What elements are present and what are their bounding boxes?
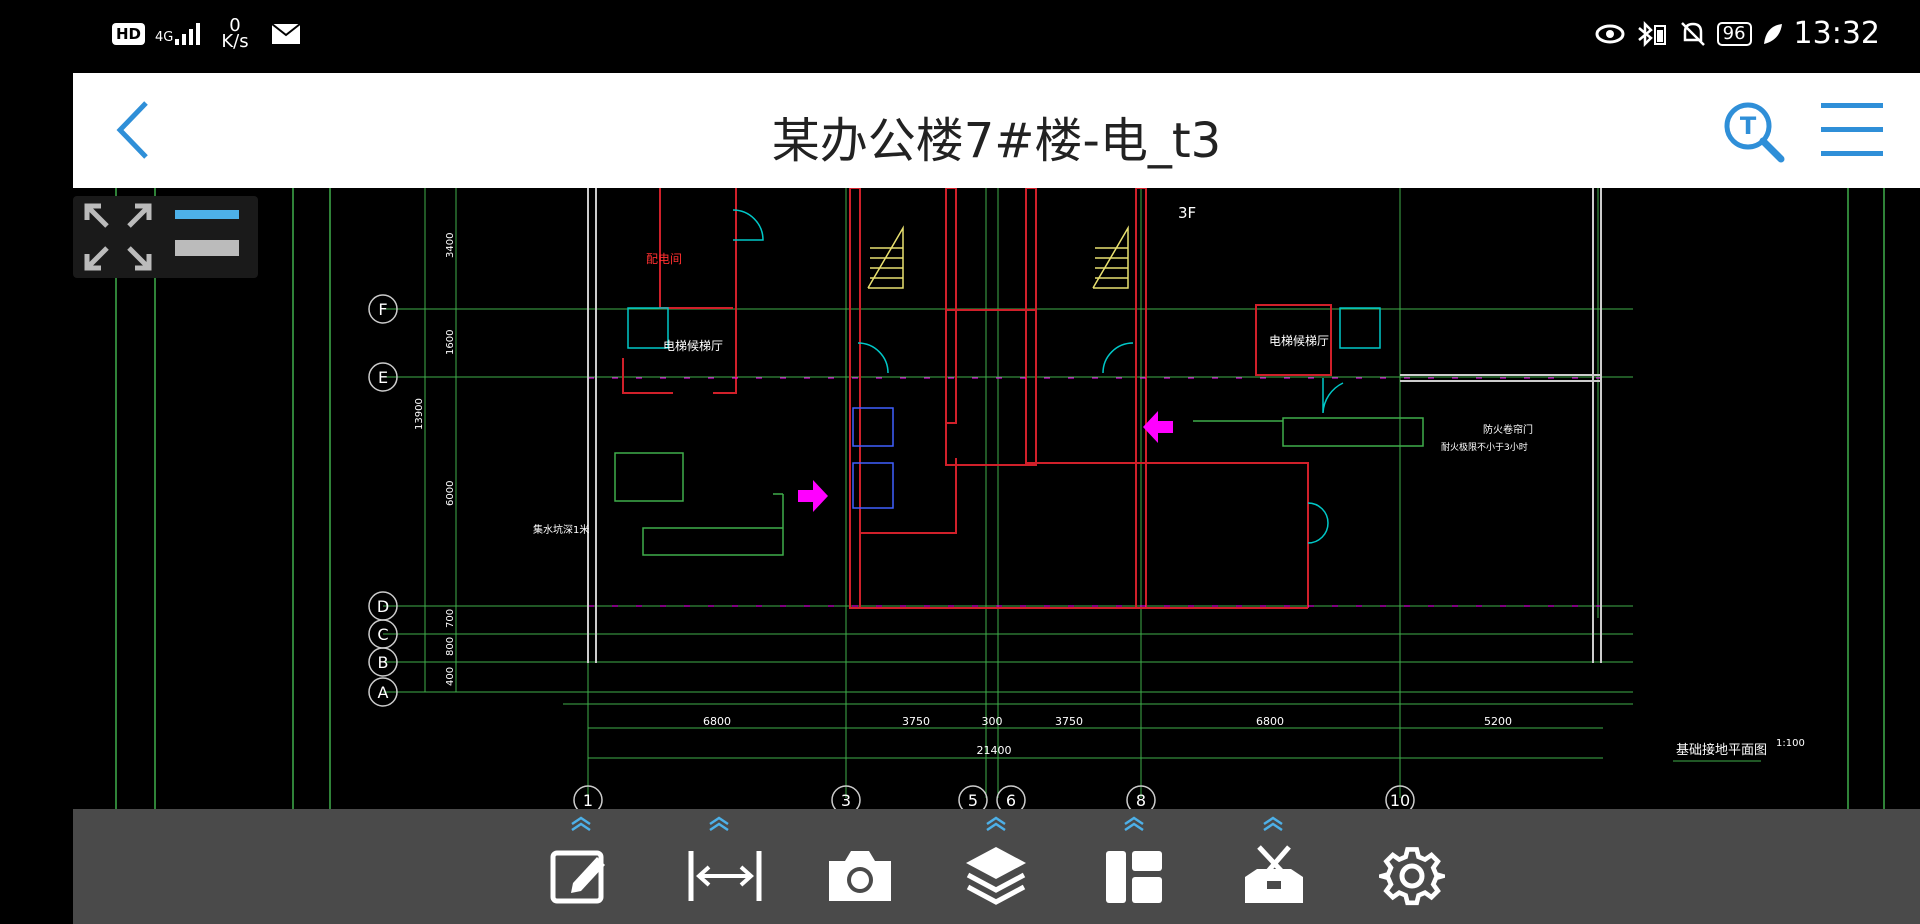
expand-chevron-icon[interactable] <box>1261 815 1285 831</box>
mail-icon <box>271 23 301 44</box>
settings-icon <box>1379 847 1445 906</box>
edit-tool[interactable] <box>541 809 621 924</box>
fullscreen-icon[interactable] <box>83 202 153 272</box>
col-dim-3: 300 <box>982 715 1003 728</box>
total-col-dim: 21400 <box>977 744 1012 757</box>
row-dim-4: 700 <box>445 609 456 628</box>
status-bar: HD 4G 0 K/s 96 13:32 <box>0 0 1920 72</box>
expand-chevron-icon[interactable] <box>1122 815 1146 831</box>
mute-icon <box>1680 21 1705 46</box>
layers-tool[interactable] <box>956 809 1036 924</box>
toolbox-tool[interactable] <box>1233 809 1313 924</box>
signal-icon: 4G <box>155 23 201 45</box>
hd-badge: HD <box>112 23 146 45</box>
row-dim-1: 3400 <box>445 233 456 258</box>
network-speed: 0 K/s <box>221 15 249 52</box>
label-sump: 集水坑深1米 <box>533 523 589 536</box>
svg-text:T: T <box>1740 112 1757 140</box>
total-row-dim: 13900 <box>414 398 425 430</box>
row-dim-2: 1600 <box>445 330 456 355</box>
expand-chevron-icon[interactable] <box>569 815 593 831</box>
edit-icon <box>550 850 605 904</box>
text-search-button[interactable]: T <box>1723 101 1787 163</box>
leaf-icon <box>1763 23 1782 44</box>
battery-level: 96 <box>1716 21 1752 46</box>
col-dim-1: 6800 <box>703 715 731 728</box>
axis-col-1: 1 <box>583 791 593 809</box>
app-header: 某办公楼7#楼-电_t3 T <box>73 73 1920 188</box>
bluetooth-icon <box>1637 20 1666 47</box>
col-dim-2: 3750 <box>902 715 930 728</box>
col-dim-5: 6800 <box>1256 715 1284 728</box>
label-fire-rating: 耐火极限不小于3小时 <box>1441 441 1528 453</box>
toolbox-icon <box>1245 845 1303 903</box>
drawing-canvas[interactable]: F E D C B A 1 3 5 6 8 10 6800 3750 300 3… <box>73 188 1920 809</box>
floor-label: 3F <box>1178 204 1196 222</box>
axis-col-5: 5 <box>968 791 978 809</box>
measure-icon <box>688 851 762 901</box>
layers-icon <box>966 847 1026 905</box>
axis-row-A: A <box>378 683 389 702</box>
label-fire-door: 防火卷帘门 <box>1483 423 1533 436</box>
plan-title: 基础接地平面图 <box>1676 742 1767 758</box>
axis-row-C: C <box>377 625 388 644</box>
room-label-lobby-2: 电梯候梯厅 <box>1269 334 1329 348</box>
signal-bars-icon <box>175 23 201 45</box>
col-dim-4: 3750 <box>1055 715 1083 728</box>
measure-tool[interactable] <box>679 809 762 924</box>
axis-row-E: E <box>378 368 388 387</box>
axis-row-B: B <box>378 653 389 672</box>
layout-icon <box>1106 851 1162 903</box>
settings-tool[interactable] <box>1371 809 1451 924</box>
clock: 13:32 <box>1793 16 1880 51</box>
axis-col-3: 3 <box>841 791 851 809</box>
camera-icon <box>829 851 891 901</box>
menu-button[interactable] <box>1821 103 1885 159</box>
axis-col-6: 6 <box>1006 791 1016 809</box>
row-dim-3: 6000 <box>445 481 456 506</box>
camera-tool[interactable] <box>817 809 897 924</box>
axis-col-10: 10 <box>1390 791 1410 809</box>
bottom-toolbar <box>73 809 1920 924</box>
axis-row-F: F <box>378 300 387 319</box>
expand-chevron-icon[interactable] <box>707 815 731 831</box>
view-tool-panel <box>73 196 258 278</box>
col-dim-6: 5200 <box>1484 715 1512 728</box>
room-label-lobby-1: 电梯候梯厅 <box>663 339 723 353</box>
axis-col-8: 8 <box>1136 791 1146 809</box>
layer-toggle-icon[interactable] <box>173 208 243 268</box>
page-title: 某办公楼7#楼-电_t3 <box>771 113 1222 169</box>
plan-scale: 1:100 <box>1776 738 1805 749</box>
eye-comfort-icon <box>1595 24 1625 43</box>
expand-chevron-icon[interactable] <box>984 815 1008 831</box>
cad-drawing[interactable]: F E D C B A 1 3 5 6 8 10 6800 3750 300 3… <box>73 188 1920 809</box>
room-label-power: 配电间 <box>646 252 682 266</box>
row-dim-5: 800 <box>445 637 456 656</box>
layout-tool[interactable] <box>1094 809 1174 924</box>
axis-row-D: D <box>377 597 389 616</box>
row-dim-6: 400 <box>445 667 456 686</box>
